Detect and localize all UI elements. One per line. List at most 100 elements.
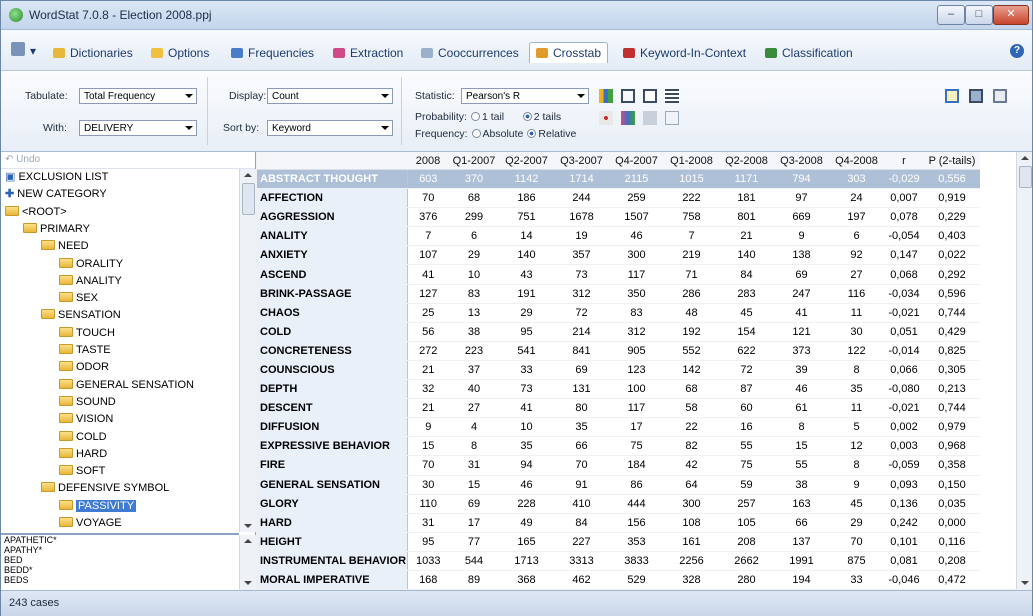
column-header[interactable]: Q1-2007 (449, 152, 499, 170)
save-icon[interactable] (969, 89, 983, 103)
tree-scrollbar[interactable] (239, 169, 256, 532)
table-cell: 58 (664, 398, 719, 419)
tree-node[interactable]: TASTE (59, 342, 111, 359)
table-row[interactable]: CHAOS 25 13 29 72 83 48 45 41 11 -0,021 0,744 (257, 303, 980, 323)
tree-node[interactable]: ANALITY (59, 273, 122, 290)
prob-1tail-radio[interactable] (470, 112, 480, 121)
wordlist-scrollbar[interactable] (239, 535, 256, 589)
maximize-button[interactable]: □ (965, 5, 993, 25)
table-row[interactable]: ABSTRACT THOUGHT 603 370 1142 1714 2115 1015 11… (257, 169, 980, 190)
column-header[interactable]: Q2-2008 (719, 152, 774, 170)
tree-node[interactable]: ▣ EXCLUSION LIST (5, 169, 108, 186)
tab-frequencies[interactable]: Frequencies (231, 46, 314, 60)
table-row[interactable]: CONCRETENESS 272 223 541 841 905 552 622 373 122-… (257, 341, 980, 361)
with-select[interactable]: DELIVERY (79, 120, 197, 136)
export-icon[interactable] (945, 89, 959, 103)
scatter-plot-icon[interactable] (599, 111, 613, 125)
app-menu-button[interactable]: ▾ (11, 42, 36, 58)
list-numbers-icon[interactable] (665, 89, 679, 103)
table-layout-icon[interactable] (621, 89, 635, 103)
correspondence-icon[interactable] (643, 111, 657, 125)
table-scrollbar[interactable] (1016, 152, 1032, 589)
tree-node[interactable]: ODOR (59, 359, 109, 376)
table-row[interactable]: COUNSCIOUS 21 37 33 69 123 142 72 39 8 0,066 0,305 (257, 360, 980, 381)
statistic-select[interactable]: Pearson's R (461, 88, 589, 104)
tree-node[interactable]: GENERAL SENSATION (59, 377, 194, 394)
table-row[interactable]: GLORY 110 69 228 410 444 300 257 163 45 0,136 0,035 (257, 494, 980, 514)
freq-absolute-radio[interactable] (471, 129, 481, 138)
table-row[interactable]: MORAL IMPERATIVE 168 89 368 462 529 328 280 194 3… (257, 570, 980, 589)
column-header[interactable]: Q4-2007 (609, 152, 664, 170)
close-button[interactable]: ✕ (993, 5, 1029, 25)
tree-node[interactable]: SENSATION (41, 307, 121, 324)
tab-classification[interactable]: Classification (765, 46, 853, 60)
tree-node[interactable]: COLD (59, 429, 107, 446)
table-row[interactable]: GENERAL SENSATION 30 15 46 91 86 64 59 38 9 0,093 0… (257, 475, 980, 495)
table-row[interactable]: COLD 56 38 95 214 312 192 154 121 30 0,051 0,429 (257, 322, 980, 342)
word-list-item[interactable]: BEDS (1, 575, 239, 585)
heatmap-icon[interactable] (621, 111, 635, 125)
row-label: HEIGHT (257, 532, 408, 552)
table-row[interactable]: AFFECTION 70 68 186 244 259 222 181 97 24 0,007 0,9… (257, 188, 980, 209)
word-list-item[interactable]: APATHY* (1, 545, 239, 555)
minimize-button[interactable]: – (937, 5, 965, 25)
column-header[interactable]: Q3-2007 (554, 152, 609, 170)
word-list-item[interactable]: BED (1, 555, 239, 565)
column-header[interactable]: Q2-2007 (499, 152, 554, 170)
table-row[interactable]: EXPRESSIVE BEHAVIOR 15 8 35 66 75 82 55 15 12 0,00… (257, 436, 980, 457)
column-header[interactable]: 2008 (407, 152, 449, 170)
table-row[interactable]: INSTRUMENTAL BEHAVIOR 1033 544 1713 3313 3833… (257, 551, 980, 571)
display-select[interactable]: Count (267, 88, 393, 104)
column-header[interactable]: Q3-2008 (774, 152, 829, 170)
tab-extraction[interactable]: Extraction (333, 46, 403, 60)
tree-node[interactable]: ORALITY (59, 256, 123, 273)
undo-button[interactable]: ↶ Undo (1, 152, 255, 169)
table-row[interactable]: BRINK-PASSAGE 127 83 191 312 350 286 283 247 116-… (257, 284, 980, 304)
tab-keyword-in-context[interactable]: Keyword-In-Context (623, 46, 746, 60)
column-header[interactable]: Q4-2008 (829, 152, 884, 170)
tree-node[interactable]: ✚ NEW CATEGORY (5, 186, 107, 203)
tree-scroll-thumb[interactable] (242, 183, 255, 215)
tree-node[interactable]: NEED (41, 238, 89, 255)
tab-options[interactable]: Options (151, 46, 209, 60)
tree-node[interactable]: DEFENSIVE SYMBOL (41, 480, 169, 497)
sortby-select[interactable]: Keyword (267, 120, 393, 136)
tree-node[interactable]: SOFT (59, 463, 105, 480)
table-row[interactable]: ASCEND 41 10 43 73 117 71 84 69 27 0,068 0,292 (257, 264, 980, 285)
tab-crosstab[interactable]: Crosstab (529, 42, 609, 63)
tab-dictionaries[interactable]: Dictionaries (53, 46, 133, 60)
dendrogram-icon[interactable] (665, 111, 679, 125)
bar-chart-icon[interactable] (599, 89, 613, 103)
table-row[interactable]: DIFFUSION 9 4 10 35 17 22 16 8 5 0,002 0,979 (257, 417, 980, 438)
help-icon[interactable]: ? (1010, 44, 1024, 58)
table-row[interactable]: DEPTH 32 40 73 131 100 68 87 46 35 -0,080 0,213 (257, 379, 980, 400)
freq-relative-radio[interactable] (527, 129, 537, 138)
tree-node[interactable]: <ROOT> (5, 204, 67, 221)
column-header[interactable]: P (2-tails) (924, 152, 980, 170)
tree-node[interactable]: TOUCH (59, 325, 115, 342)
prob-2tails-radio[interactable] (522, 112, 532, 121)
tree-node[interactable]: VOYAGE (59, 515, 122, 532)
table-row[interactable]: AGGRESSION 376 299 751 1678 1507 758 801 669 197 0… (257, 207, 980, 228)
table-row[interactable]: HEIGHT 95 77 165 227 353 161 208 137 70 0,101 0,116 (257, 532, 980, 552)
column-header[interactable]: Q1-2008 (664, 152, 719, 170)
tree-node[interactable]: PASSIVITY (59, 498, 137, 515)
tree-node[interactable]: HARD (59, 446, 107, 463)
tabulate-select[interactable]: Total Frequency (79, 88, 197, 104)
table-scroll-thumb[interactable] (1019, 166, 1032, 188)
window-icon[interactable] (643, 89, 657, 103)
tab-cooccurrences[interactable]: Cooccurrences (421, 46, 519, 60)
word-list-item[interactable]: BEDD* (1, 565, 239, 575)
table-row[interactable]: DESCENT 21 27 41 80 117 58 60 61 11 -0,021 0,744 (257, 398, 980, 419)
print-icon[interactable] (993, 89, 1007, 103)
word-list-item[interactable]: APATHETIC* (1, 535, 239, 545)
table-row[interactable]: ANALITY 7 6 14 19 46 7 21 9 6 -0,054 0,403 (257, 226, 980, 247)
table-row[interactable]: ANXIETY 107 29 140 357 300 219 140 138 92 0,147 0,0… (257, 245, 980, 266)
column-header[interactable]: r (884, 152, 924, 170)
tree-node[interactable]: SEX (59, 290, 98, 307)
tree-node[interactable]: VISION (59, 411, 113, 428)
tree-node[interactable]: PRIMARY (23, 221, 90, 238)
table-row[interactable]: FIRE 70 31 94 70 184 42 75 55 8 -0,059 0,358 (257, 455, 980, 476)
table-row[interactable]: HARD 31 17 49 84 156 108 105 66 29 0,242 0,000 (257, 513, 980, 533)
tree-node[interactable]: SOUND (59, 394, 116, 411)
